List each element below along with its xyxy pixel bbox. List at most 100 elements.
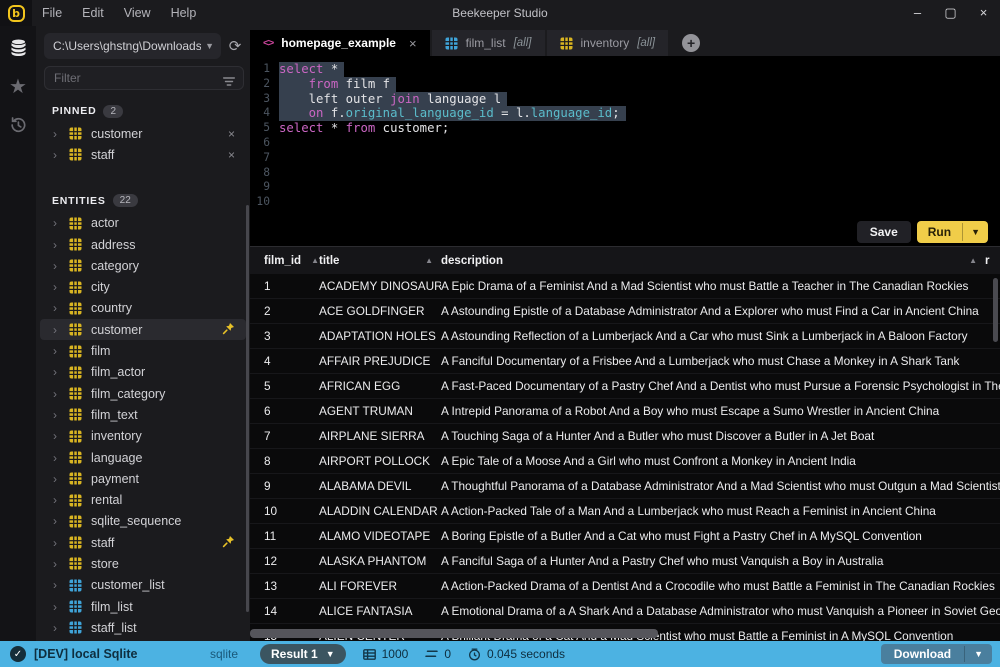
sidebar-item-staff_list[interactable]: ›staff_list: [36, 617, 250, 638]
filter-icon[interactable]: [223, 73, 235, 91]
cell-film-id[interactable]: 6: [250, 404, 319, 418]
cell-title[interactable]: ALI FOREVER: [319, 579, 441, 593]
sidebar-item-film_actor[interactable]: ›film_actor: [36, 362, 250, 383]
sidebar-item-customer_list[interactable]: ›customer_list: [36, 575, 250, 596]
table-row[interactable]: 7AIRPLANE SIERRAA Touching Saga of a Hun…: [250, 424, 1000, 449]
sidebar-item-language[interactable]: ›language: [36, 447, 250, 468]
database-icon[interactable]: [6, 35, 30, 59]
cell-description[interactable]: A Fast-Paced Documentary of a Pastry Che…: [441, 379, 1000, 393]
cell-title[interactable]: ADAPTATION HOLES: [319, 329, 441, 343]
table-row[interactable]: 3ADAPTATION HOLESA Astounding Reflection…: [250, 324, 1000, 349]
table-row[interactable]: 13ALI FOREVERA Action-Packed Drama of a …: [250, 574, 1000, 599]
cell-title[interactable]: ACE GOLDFINGER: [319, 304, 441, 318]
sidebar-item-country[interactable]: ›country: [36, 298, 250, 319]
run-button[interactable]: Run ▼: [917, 221, 988, 243]
chevron-right-icon[interactable]: ›: [53, 536, 69, 550]
table-row[interactable]: 8AIRPORT POLLOCKA Epic Tale of a Moose A…: [250, 449, 1000, 474]
cell-title[interactable]: ALASKA PHANTOM: [319, 554, 441, 568]
cell-film-id[interactable]: 2: [250, 304, 319, 318]
cell-title[interactable]: AGENT TRUMAN: [319, 404, 441, 418]
save-button[interactable]: Save: [857, 221, 911, 243]
table-row[interactable]: 1ACADEMY DINOSAURA Epic Drama of a Femin…: [250, 274, 1000, 299]
sidebar-item-film[interactable]: ›film: [36, 340, 250, 361]
cell-description[interactable]: A Epic Tale of a Moose And a Girl who mu…: [441, 454, 1000, 468]
sidebar-item-sales_by_store[interactable]: ›sales_by_store: [36, 639, 250, 641]
sql-editor[interactable]: 1select *2 from film f3 left outer join …: [250, 56, 1000, 218]
cell-description[interactable]: A Fanciful Documentary of a Frisbee And …: [441, 354, 1000, 368]
sidebar-item-customer[interactable]: ›customer×: [36, 123, 250, 144]
download-button[interactable]: Download ▼: [881, 644, 992, 664]
sidebar-item-sqlite_sequence[interactable]: ›sqlite_sequence: [36, 511, 250, 532]
run-options-caret-icon[interactable]: ▼: [962, 223, 988, 241]
star-icon[interactable]: ★: [6, 74, 30, 98]
cell-film-id[interactable]: 10: [250, 504, 319, 518]
chevron-right-icon[interactable]: ›: [53, 216, 69, 230]
new-tab-button[interactable]: +: [682, 34, 700, 52]
cell-description[interactable]: A Action-Packed Tale of a Man And a Lumb…: [441, 504, 1000, 518]
cell-film-id[interactable]: 5: [250, 379, 319, 393]
chevron-right-icon[interactable]: ›: [53, 280, 69, 294]
table-row[interactable]: 9ALABAMA DEVILA Thoughtful Panorama of a…: [250, 474, 1000, 499]
cell-description[interactable]: A Touching Saga of a Hunter And a Butler…: [441, 429, 1000, 443]
sidebar-item-customer[interactable]: ›customer: [40, 319, 246, 340]
sidebar-scrollbar[interactable]: [246, 205, 249, 612]
table-row[interactable]: 11ALAMO VIDEOTAPEA Boring Epistle of a B…: [250, 524, 1000, 549]
cell-title[interactable]: ALICE FANTASIA: [319, 604, 441, 618]
sidebar-item-actor[interactable]: ›actor: [36, 213, 250, 234]
cell-film-id[interactable]: 8: [250, 454, 319, 468]
sidebar-item-rental[interactable]: ›rental: [36, 489, 250, 510]
sidebar-item-store[interactable]: ›store: [36, 553, 250, 574]
table-row[interactable]: 10ALADDIN CALENDARA Action-Packed Tale o…: [250, 499, 1000, 524]
chevron-right-icon[interactable]: ›: [53, 493, 69, 507]
cell-title[interactable]: AFRICAN EGG: [319, 379, 441, 393]
table-row[interactable]: 6AGENT TRUMANA Intrepid Panorama of a Ro…: [250, 399, 1000, 424]
chevron-right-icon[interactable]: ›: [53, 514, 69, 528]
pinned-section-header[interactable]: PINNED 2: [36, 102, 250, 120]
column-header-film_id[interactable]: film_id▲: [250, 247, 319, 274]
chevron-right-icon[interactable]: ›: [53, 301, 69, 315]
menu-view[interactable]: View: [124, 6, 151, 20]
history-icon[interactable]: [6, 113, 30, 137]
maximize-button[interactable]: ▢: [934, 0, 967, 26]
column-header-description[interactable]: description▲: [441, 247, 985, 274]
pin-icon[interactable]: [216, 535, 235, 551]
cell-film-id[interactable]: 4: [250, 354, 319, 368]
cell-film-id[interactable]: 11: [250, 529, 319, 543]
table-row[interactable]: 12ALASKA PHANTOMA Fanciful Saga of a Hun…: [250, 549, 1000, 574]
menu-edit[interactable]: Edit: [82, 6, 104, 20]
chevron-right-icon[interactable]: ›: [53, 600, 69, 614]
entities-section-header[interactable]: ENTITIES 22: [36, 192, 250, 210]
cell-description[interactable]: A Astounding Epistle of a Database Admin…: [441, 304, 1000, 318]
cell-film-id[interactable]: 1: [250, 279, 319, 293]
results-horizontal-scrollbar[interactable]: [250, 629, 658, 638]
sidebar-item-film_text[interactable]: ›film_text: [36, 404, 250, 425]
cell-title[interactable]: ALAMO VIDEOTAPE: [319, 529, 441, 543]
cell-description[interactable]: A Boring Epistle of a Butler And a Cat w…: [441, 529, 1000, 543]
unpin-close-icon[interactable]: ×: [222, 148, 235, 162]
chevron-right-icon[interactable]: ›: [53, 238, 69, 252]
connection-selector[interactable]: C:\Users\ghstng\Downloads ▼: [44, 33, 221, 59]
column-header-title[interactable]: title▲: [319, 247, 441, 274]
table-row[interactable]: 5AFRICAN EGGA Fast-Paced Documentary of …: [250, 374, 1000, 399]
pin-icon[interactable]: [216, 322, 235, 338]
sidebar-item-payment[interactable]: ›payment: [36, 468, 250, 489]
tab-inventory[interactable]: inventory[all]: [547, 30, 669, 56]
sidebar-item-inventory[interactable]: ›inventory: [36, 426, 250, 447]
menu-file[interactable]: File: [42, 6, 62, 20]
cell-description[interactable]: A Astounding Reflection of a Lumberjack …: [441, 329, 1000, 343]
chevron-right-icon[interactable]: ›: [53, 472, 69, 486]
cell-film-id[interactable]: 13: [250, 579, 319, 593]
sidebar-item-staff[interactable]: ›staff: [36, 532, 250, 553]
chevron-right-icon[interactable]: ›: [53, 557, 69, 571]
minimize-button[interactable]: –: [901, 0, 934, 26]
menu-help[interactable]: Help: [171, 6, 197, 20]
cell-film-id[interactable]: 12: [250, 554, 319, 568]
chevron-right-icon[interactable]: ›: [53, 323, 69, 337]
table-row[interactable]: 4AFFAIR PREJUDICEA Fanciful Documentary …: [250, 349, 1000, 374]
cell-film-id[interactable]: 7: [250, 429, 319, 443]
sidebar-item-film_list[interactable]: ›film_list: [36, 596, 250, 617]
unpin-close-icon[interactable]: ×: [222, 127, 235, 141]
close-tab-icon[interactable]: ×: [409, 36, 417, 51]
chevron-right-icon[interactable]: ›: [53, 259, 69, 273]
run-button-label[interactable]: Run: [917, 221, 962, 243]
